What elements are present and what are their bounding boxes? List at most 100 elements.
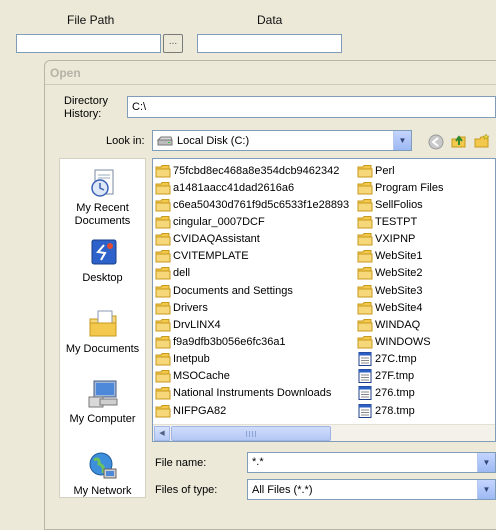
file-item-name: CVITEMPLATE [173, 250, 249, 263]
folder-icon [155, 404, 171, 418]
place-desktop[interactable]: Desktop [59, 236, 146, 285]
file-item[interactable]: 27F.tmp [357, 368, 414, 385]
chevron-left-icon: ◀ [159, 430, 165, 437]
folder-item[interactable]: Inetpub [155, 351, 210, 368]
file-icon [358, 352, 372, 367]
place-my-computer[interactable]: My Computer [59, 377, 146, 426]
recent-documents-icon [90, 169, 113, 197]
folder-item[interactable]: VXIPNP [357, 231, 415, 248]
folder-item[interactable]: a1481aacc41dad2616a6 [155, 179, 294, 196]
folder-item[interactable]: c6ea50430d761f9d5c6533f1e28893 [155, 196, 349, 213]
file-item-name: WebSite2 [375, 267, 423, 280]
file-name-combo[interactable]: *.* ▼ [247, 452, 496, 473]
folder-icon [155, 301, 171, 315]
grip-icon [246, 431, 256, 437]
folder-icon [155, 233, 171, 246]
folder-item[interactable]: WebSite1 [357, 248, 423, 265]
place-my-recent-documents[interactable]: My Recent Documents [59, 166, 146, 228]
files-of-type-label: Files of type: [155, 484, 218, 496]
place-my-documents[interactable]: My Documents [59, 307, 146, 356]
file-item-name: 27C.tmp [375, 353, 417, 366]
folder-item[interactable]: WINDOWS [357, 334, 431, 351]
folder-item[interactable]: Program Files [357, 179, 443, 196]
scroll-thumb[interactable] [171, 426, 331, 441]
file-item-name: a1481aacc41dad2616a6 [173, 181, 295, 194]
file-item-name: MSOCache [173, 370, 230, 383]
folder-icon [357, 250, 373, 263]
folder-item[interactable]: Drivers [155, 299, 208, 316]
folder-item[interactable]: SellFolios [357, 196, 423, 213]
look-in-dropdown[interactable]: Local Disk (C:) ▼ [152, 130, 412, 151]
dialog-title: Open [50, 66, 81, 80]
title-divider [45, 84, 496, 85]
folder-item[interactable]: 75fcbd8ec468a8e354dcb9462342 [155, 162, 339, 179]
folder-item[interactable]: Perl [357, 162, 395, 179]
browse-button[interactable]: ... [163, 34, 183, 53]
chevron-down-icon: ▼ [482, 485, 491, 494]
folder-item[interactable]: MSOCache [155, 368, 230, 385]
folder-icon [155, 164, 171, 177]
data-input[interactable] [197, 34, 342, 53]
file-name-dropdown-button[interactable]: ▼ [477, 453, 495, 472]
file-item-name: WebSite3 [375, 284, 423, 297]
folder-item[interactable]: Documents and Settings [155, 282, 293, 299]
file-item-name: Documents and Settings [173, 284, 293, 297]
file-item-name: cingular_0007DCF [173, 215, 265, 228]
look-in-dropdown-button[interactable]: ▼ [393, 131, 411, 150]
file-item-name: WINDOWS [375, 336, 431, 348]
file-item[interactable]: 276.tmp [357, 385, 415, 402]
file-item[interactable]: 278.tmp [357, 402, 415, 419]
files-of-type-dropdown-button[interactable]: ▼ [477, 480, 495, 499]
file-name-value: *.* [252, 456, 264, 468]
folder-item[interactable]: f9a9dfb3b056e6fc36a1 [155, 334, 286, 351]
file-item-name: WINDAQ [375, 318, 421, 331]
up-folder-icon[interactable] [451, 133, 467, 149]
file-path-input[interactable] [16, 34, 161, 53]
data-label: Data [257, 13, 283, 27]
folder-item[interactable]: DrvLINX4 [155, 316, 221, 333]
folder-item[interactable]: National Instruments Downloads [155, 385, 331, 402]
file-item[interactable]: 27C.tmp [357, 351, 417, 368]
files-of-type-value: All Files (*.*) [252, 484, 313, 496]
file-path-label: File Path [67, 13, 115, 27]
folder-item[interactable]: WebSite2 [357, 265, 423, 282]
file-item-name: WebSite1 [375, 250, 423, 263]
file-name-label: File name: [155, 457, 207, 469]
file-item-name: WebSite4 [375, 301, 423, 314]
folder-icon [357, 318, 373, 332]
file-item-name: Inetpub [173, 353, 210, 366]
file-item-name: NIFPGA82 [173, 404, 227, 417]
file-item-name: c6ea50430d761f9d5c6533f1e28893 [173, 198, 350, 211]
file-item-name: 276.tmp [375, 387, 415, 400]
file-item-name: TESTPT [375, 215, 418, 228]
folder-icon [357, 198, 373, 212]
folder-item[interactable]: CVITEMPLATE [155, 248, 249, 265]
folder-item[interactable]: WebSite3 [357, 282, 423, 299]
my-network-icon [89, 452, 116, 479]
file-item-name: Drivers [173, 301, 208, 314]
folder-icon [357, 233, 373, 246]
file-item-name: Perl [375, 164, 395, 177]
directory-history-label: Directory History: [64, 95, 109, 120]
folder-item[interactable]: dell [155, 265, 190, 282]
scroll-left-button[interactable]: ◀ [154, 426, 170, 441]
file-item-name: 27F.tmp [375, 370, 415, 383]
new-folder-icon[interactable] [474, 133, 490, 149]
place-my-network[interactable]: My Network [59, 449, 146, 498]
horizontal-scrollbar[interactable]: ◀ [153, 424, 495, 441]
folder-item[interactable]: cingular_0007DCF [155, 213, 265, 230]
my-documents-icon [89, 310, 116, 337]
file-item-name: CVIDAQAssistant [173, 233, 260, 246]
directory-history-input[interactable]: C:\ [127, 96, 496, 118]
file-item-name: Program Files [375, 181, 444, 194]
files-of-type-dropdown[interactable]: All Files (*.*) ▼ [247, 479, 496, 500]
folder-item[interactable]: TESTPT [357, 213, 417, 230]
folder-icon [155, 284, 171, 298]
directory-history-value: C:\ [132, 101, 147, 113]
folder-item[interactable]: CVIDAQAssistant [155, 231, 260, 248]
folder-item[interactable]: WebSite4 [357, 299, 423, 316]
back-icon[interactable] [428, 134, 444, 150]
folder-item[interactable]: NIFPGA82 [155, 402, 226, 419]
folder-item[interactable]: WINDAQ [357, 316, 420, 333]
file-item-name: SellFolios [375, 198, 423, 211]
